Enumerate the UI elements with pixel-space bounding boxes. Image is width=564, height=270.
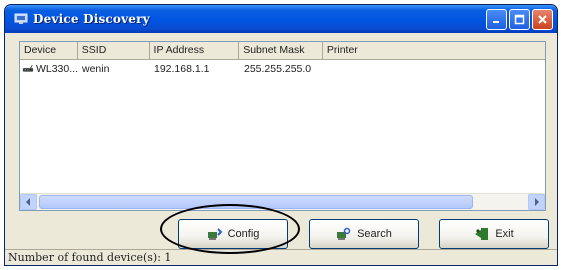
config-button[interactable]: Config bbox=[178, 219, 288, 249]
scroll-right-button[interactable] bbox=[528, 194, 545, 210]
maximize-button[interactable] bbox=[509, 9, 530, 30]
found-devices-count: Number of found device(s): 1 bbox=[8, 251, 172, 264]
search-icon bbox=[337, 227, 351, 240]
cell-printer bbox=[324, 61, 424, 77]
cell-ip-address: 192.168.1.1 bbox=[154, 63, 210, 75]
device-list-header: Device SSID IP Address Subnet Mask Print… bbox=[20, 42, 545, 60]
cell-ssid: wenin bbox=[82, 63, 110, 75]
arrow-left-icon bbox=[26, 198, 30, 206]
column-header-ip-address[interactable]: IP Address bbox=[149, 42, 240, 60]
device-discovery-window: Device Discovery Device SSID IP Address … bbox=[4, 4, 558, 266]
minimize-icon bbox=[493, 21, 499, 23]
device-name: WL330... bbox=[35, 63, 78, 75]
exit-button[interactable]: Exit bbox=[439, 219, 549, 249]
search-button-label: Search bbox=[357, 228, 392, 240]
config-button-label: Config bbox=[227, 228, 260, 240]
exit-button-label: Exit bbox=[495, 228, 514, 240]
column-header-printer[interactable]: Printer bbox=[322, 42, 545, 60]
horizontal-scrollbar[interactable] bbox=[20, 193, 545, 210]
arrow-right-icon bbox=[535, 198, 539, 206]
close-icon bbox=[538, 15, 547, 24]
close-button[interactable] bbox=[532, 9, 553, 30]
cell-device: WL330... bbox=[20, 61, 78, 77]
column-header-ssid[interactable]: SSID bbox=[77, 42, 150, 60]
title-bar[interactable]: Device Discovery bbox=[5, 5, 557, 33]
status-bar: Number of found device(s): 1 bbox=[5, 249, 557, 265]
minimize-button[interactable] bbox=[486, 9, 507, 30]
scroll-left-button[interactable] bbox=[20, 194, 37, 210]
column-header-device[interactable]: Device bbox=[20, 42, 78, 60]
network-app-icon bbox=[13, 12, 29, 26]
scrollbar-track[interactable] bbox=[37, 194, 528, 210]
device-list[interactable]: Device SSID IP Address Subnet Mask Print… bbox=[19, 41, 546, 211]
config-icon bbox=[207, 228, 223, 240]
window-title: Device Discovery bbox=[33, 12, 150, 26]
router-icon bbox=[22, 64, 34, 72]
column-header-subnet-mask[interactable]: Subnet Mask bbox=[239, 42, 323, 60]
exit-icon bbox=[475, 228, 489, 240]
cell-subnet-mask: 255.255.255.0 bbox=[244, 63, 312, 75]
scrollbar-thumb[interactable] bbox=[39, 195, 473, 209]
search-button[interactable]: Search bbox=[309, 219, 419, 249]
maximize-icon bbox=[514, 14, 525, 25]
table-row[interactable]: WL330... wenin 192.168.1.1 255.255.255.0 bbox=[20, 61, 424, 77]
